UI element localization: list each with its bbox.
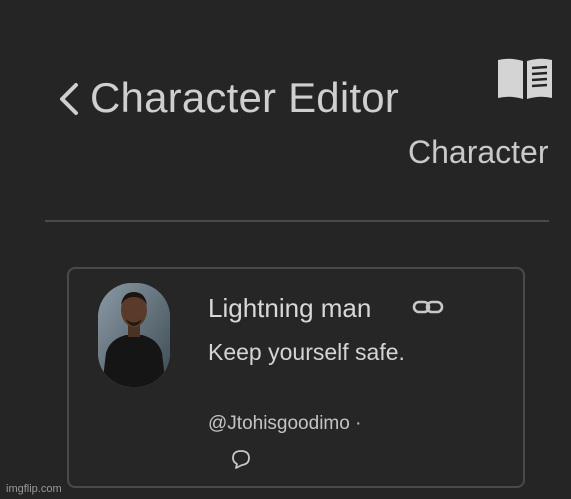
avatar-image (98, 283, 170, 387)
page-title[interactable]: Character Editor (90, 74, 399, 122)
link-icon[interactable] (412, 297, 444, 317)
header-subtitle: Character (408, 134, 549, 170)
chat-bubble-icon[interactable] (230, 448, 252, 470)
character-greeting: Keep yourself safe. (208, 339, 405, 365)
book-open-icon[interactable] (496, 56, 554, 102)
avatar (98, 283, 170, 387)
creator-handle[interactable]: @Jtohisgoodimo · (208, 412, 361, 436)
divider (45, 220, 549, 222)
character-name: Lightning man (208, 293, 372, 323)
watermark: imgflip.com (6, 483, 62, 495)
back-chevron-icon[interactable] (56, 82, 82, 116)
